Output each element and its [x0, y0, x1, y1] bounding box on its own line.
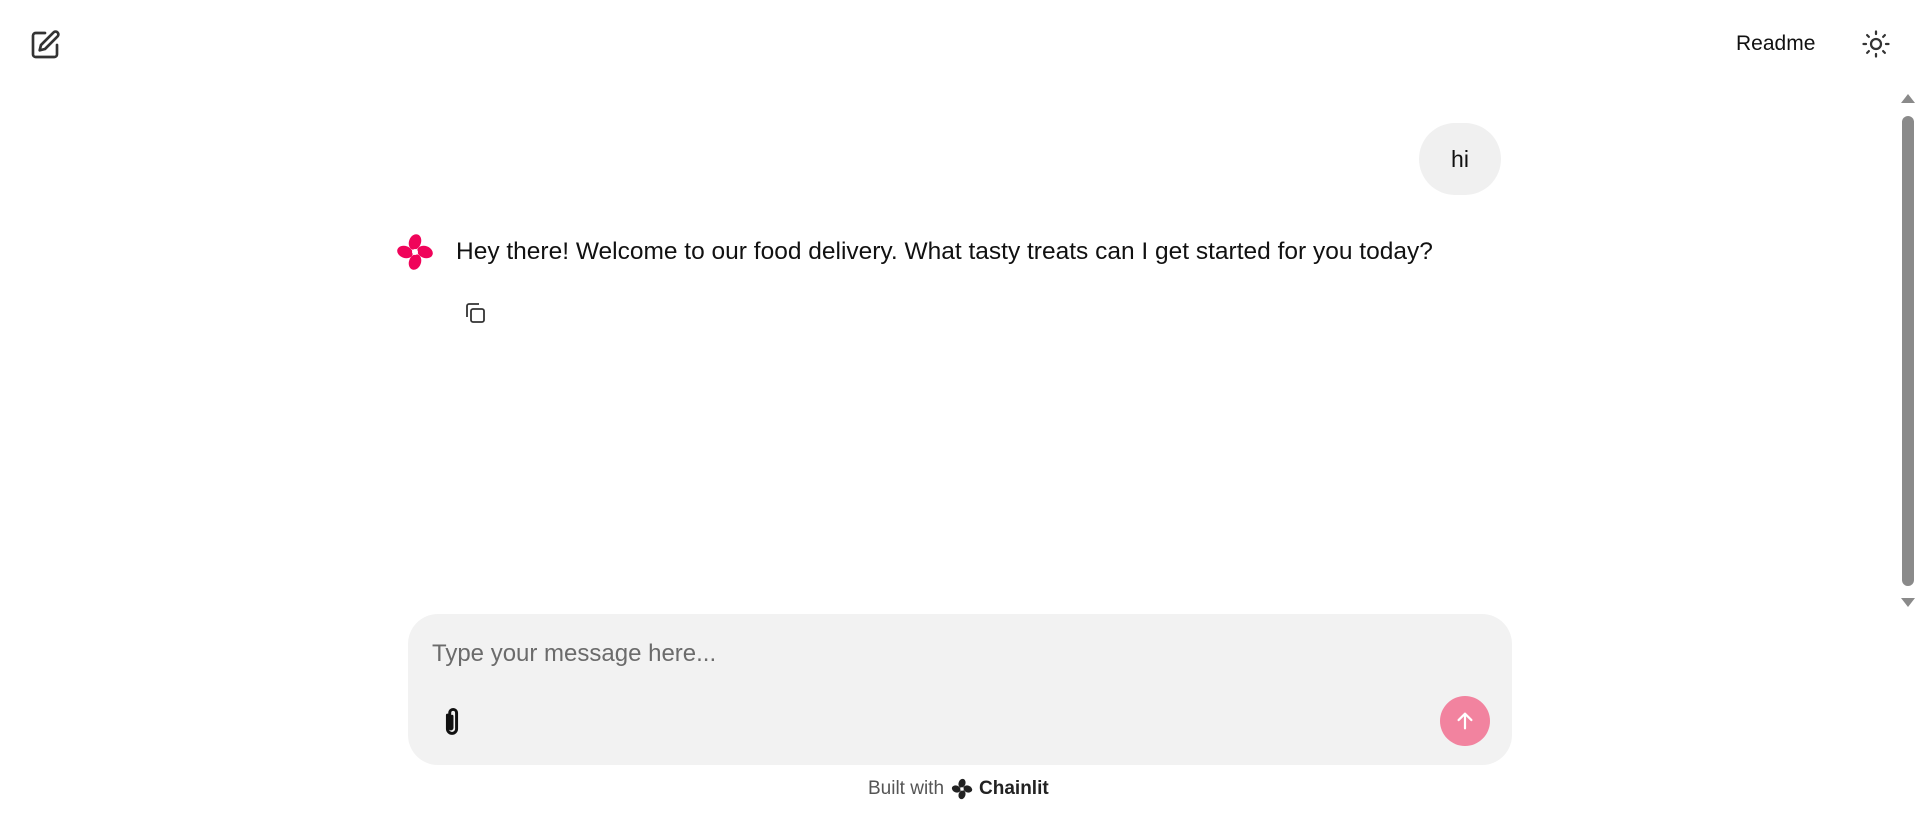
- readme-button[interactable]: Readme: [1722, 26, 1829, 62]
- chat-app: Readme hi Hey there! Welcome to our food…: [0, 0, 1919, 820]
- edit-square-icon: [31, 30, 60, 59]
- footer: Built with Chainlit: [868, 776, 1049, 802]
- attach-file-button[interactable]: [432, 700, 472, 744]
- chat-scrollbar[interactable]: [1896, 92, 1918, 612]
- message-composer: [408, 614, 1512, 765]
- copy-message-button[interactable]: [458, 296, 492, 330]
- send-button[interactable]: [1440, 696, 1490, 746]
- message-input[interactable]: [432, 632, 1482, 676]
- scroll-thumb[interactable]: [1902, 116, 1914, 586]
- paperclip-icon: [445, 708, 459, 735]
- new-chat-button[interactable]: [22, 22, 68, 68]
- chainlit-logo-icon: [397, 234, 433, 270]
- chainlit-logo-icon: [951, 778, 973, 800]
- sun-icon: [1862, 30, 1890, 58]
- assistant-avatar: [394, 231, 436, 273]
- arrow-up-icon: [1457, 712, 1473, 730]
- assistant-message-text: Hey there! Welcome to our food delivery.…: [456, 238, 1433, 265]
- copy-icon: [466, 303, 485, 323]
- user-message-bubble: hi: [1419, 123, 1501, 195]
- readme-label: Readme: [1736, 32, 1816, 55]
- built-with-label: Built with: [868, 778, 945, 799]
- chainlit-brand-label: Chainlit: [979, 778, 1049, 799]
- user-message-text: hi: [1451, 145, 1469, 172]
- theme-toggle-button[interactable]: [1854, 22, 1898, 66]
- chainlit-brand-link[interactable]: Chainlit: [950, 777, 1049, 801]
- scroll-up-arrow-icon[interactable]: [1901, 94, 1915, 103]
- scroll-down-arrow-icon[interactable]: [1901, 598, 1915, 607]
